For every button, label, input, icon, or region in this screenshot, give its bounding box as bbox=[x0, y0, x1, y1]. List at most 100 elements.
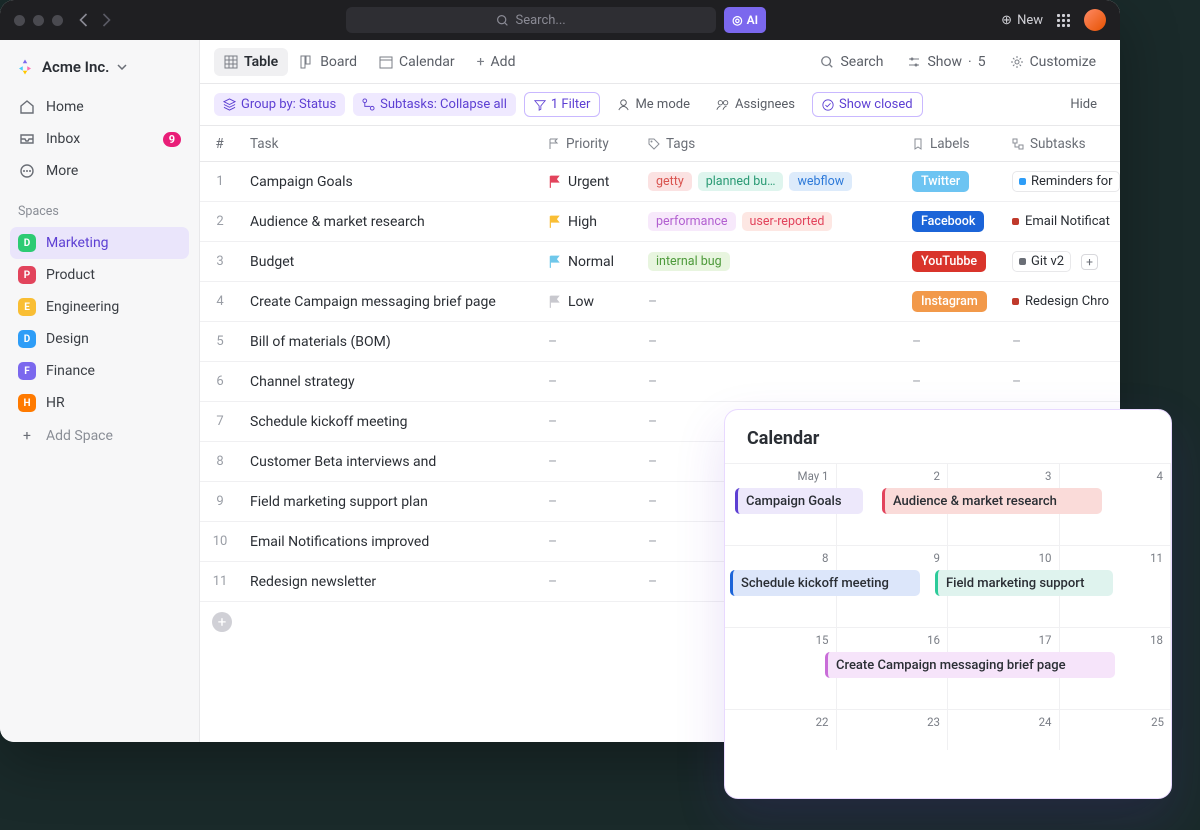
group-by-chip[interactable]: Group by: Status bbox=[214, 93, 345, 116]
label-pill[interactable]: Instagram bbox=[912, 291, 987, 312]
workspace-switcher[interactable]: Acme Inc. bbox=[10, 54, 189, 90]
hide-button[interactable]: Hide bbox=[1061, 93, 1106, 116]
calendar-day[interactable]: 15 bbox=[725, 628, 837, 709]
tag-pill[interactable]: planned bu… bbox=[698, 172, 784, 191]
priority-cell[interactable]: – bbox=[538, 414, 638, 430]
task-name[interactable]: Customer Beta interviews and bbox=[240, 454, 538, 470]
col-number[interactable]: # bbox=[200, 136, 240, 152]
tab-table[interactable]: Table bbox=[214, 48, 288, 76]
tag-pill[interactable]: user-reported bbox=[742, 212, 833, 231]
tags-cell[interactable]: – bbox=[638, 374, 902, 390]
table-row[interactable]: 2Audience & market researchHighperforman… bbox=[200, 202, 1120, 242]
avatar[interactable] bbox=[1084, 9, 1106, 31]
task-name[interactable]: Audience & market research bbox=[240, 214, 538, 230]
subtask-cell[interactable]: Reminders for bbox=[1002, 171, 1120, 192]
priority-cell[interactable]: – bbox=[538, 574, 638, 590]
show-button[interactable]: Show·5 bbox=[897, 48, 995, 76]
apps-icon[interactable] bbox=[1057, 14, 1070, 27]
calendar-event[interactable]: Audience & market research bbox=[882, 488, 1102, 514]
sidebar-space-finance[interactable]: FFinance bbox=[10, 355, 189, 387]
col-labels[interactable]: Labels bbox=[902, 136, 1002, 152]
subtasks-chip[interactable]: Subtasks: Collapse all bbox=[353, 93, 516, 116]
sidebar-more[interactable]: More bbox=[10, 156, 189, 186]
tag-pill[interactable]: getty bbox=[648, 172, 692, 191]
sidebar-space-marketing[interactable]: DMarketing bbox=[10, 227, 189, 259]
tab-add[interactable]: + Add bbox=[467, 48, 526, 76]
task-name[interactable]: Schedule kickoff meeting bbox=[240, 414, 538, 430]
col-subtasks[interactable]: Subtasks bbox=[1002, 136, 1120, 152]
subtask-link[interactable]: Reminders for bbox=[1012, 171, 1120, 192]
calendar-event[interactable]: Schedule kickoff meeting bbox=[730, 570, 920, 596]
table-row[interactable]: 1Campaign GoalsUrgentgettyplanned bu…web… bbox=[200, 162, 1120, 202]
priority-cell[interactable]: – bbox=[538, 534, 638, 550]
calendar-event[interactable]: Field marketing support bbox=[935, 570, 1113, 596]
sidebar-space-design[interactable]: DDesign bbox=[10, 323, 189, 355]
table-row[interactable]: 4Create Campaign messaging brief pageLow… bbox=[200, 282, 1120, 322]
sidebar-inbox[interactable]: Inbox 9 bbox=[10, 124, 189, 154]
plus-icon[interactable]: + bbox=[1081, 254, 1098, 270]
table-row[interactable]: 5Bill of materials (BOM)–––– bbox=[200, 322, 1120, 362]
label-pill[interactable]: Twitter bbox=[912, 171, 969, 192]
tags-cell[interactable]: internal bug bbox=[638, 252, 902, 271]
close-dot[interactable] bbox=[14, 15, 25, 26]
calendar-day[interactable]: 23 bbox=[837, 710, 949, 750]
search-input[interactable]: Search... bbox=[346, 7, 716, 33]
priority-cell[interactable]: – bbox=[538, 494, 638, 510]
add-space-button[interactable]: + Add Space bbox=[10, 421, 189, 451]
new-button[interactable]: ⊕ New bbox=[1001, 13, 1043, 28]
calendar-event[interactable]: Campaign Goals bbox=[735, 488, 863, 514]
maximize-dot[interactable] bbox=[52, 15, 63, 26]
task-name[interactable]: Budget bbox=[240, 254, 538, 270]
task-name[interactable]: Redesign newsletter bbox=[240, 574, 538, 590]
tag-pill[interactable]: performance bbox=[648, 212, 736, 231]
label-cell[interactable]: YouTubbe bbox=[902, 251, 1002, 272]
subtask-cell[interactable]: Email Notificat bbox=[1002, 214, 1120, 229]
sidebar-space-product[interactable]: PProduct bbox=[10, 259, 189, 291]
task-name[interactable]: Email Notifications improved bbox=[240, 534, 538, 550]
tab-board[interactable]: Board bbox=[290, 48, 367, 76]
tags-cell[interactable]: – bbox=[638, 334, 902, 350]
label-cell[interactable]: Twitter bbox=[902, 171, 1002, 192]
priority-cell[interactable]: – bbox=[538, 334, 638, 350]
tag-pill[interactable]: internal bug bbox=[648, 252, 730, 271]
tab-calendar[interactable]: Calendar bbox=[369, 48, 465, 76]
table-row[interactable]: 6Channel strategy–––– bbox=[200, 362, 1120, 402]
tags-cell[interactable]: performance user-reported bbox=[638, 212, 902, 231]
label-pill[interactable]: Facebook bbox=[912, 211, 984, 232]
sidebar-space-engineering[interactable]: EEngineering bbox=[10, 291, 189, 323]
customize-button[interactable]: Customize bbox=[1000, 48, 1106, 76]
sidebar-space-hr[interactable]: HHR bbox=[10, 387, 189, 419]
task-name[interactable]: Bill of materials (BOM) bbox=[240, 334, 538, 350]
calendar-day[interactable]: 25 bbox=[1060, 710, 1172, 750]
assignees-chip[interactable]: Assignees bbox=[707, 93, 804, 116]
tags-cell[interactable]: – bbox=[638, 294, 902, 310]
col-tags[interactable]: Tags bbox=[638, 136, 902, 152]
label-cell[interactable]: Instagram bbox=[902, 291, 1002, 312]
priority-cell[interactable]: High bbox=[538, 214, 638, 230]
label-cell[interactable]: – bbox=[902, 374, 1002, 390]
filter-chip[interactable]: 1 Filter bbox=[524, 92, 601, 117]
task-name[interactable]: Channel strategy bbox=[240, 374, 538, 390]
priority-cell[interactable]: – bbox=[538, 454, 638, 470]
calendar-day[interactable]: 24 bbox=[948, 710, 1060, 750]
subtask-cell[interactable]: Git v2 + bbox=[1002, 251, 1120, 272]
subtask-cell[interactable]: Redesign Chro bbox=[1002, 294, 1120, 309]
priority-cell[interactable]: – bbox=[538, 374, 638, 390]
show-closed-chip[interactable]: Show closed bbox=[812, 92, 923, 117]
task-name[interactable]: Field marketing support plan bbox=[240, 494, 538, 510]
subtask-link[interactable]: Git v2 bbox=[1012, 251, 1071, 272]
forward-icon[interactable] bbox=[102, 13, 111, 27]
back-icon[interactable] bbox=[79, 13, 88, 27]
tag-pill[interactable]: webflow bbox=[789, 172, 852, 191]
task-name[interactable]: Create Campaign messaging brief page bbox=[240, 294, 538, 310]
calendar-event[interactable]: Create Campaign messaging brief page bbox=[825, 652, 1115, 678]
priority-cell[interactable]: Low bbox=[538, 294, 638, 310]
col-task[interactable]: Task bbox=[240, 136, 538, 152]
priority-cell[interactable]: Urgent bbox=[538, 174, 638, 190]
me-mode-chip[interactable]: Me mode bbox=[608, 93, 699, 116]
subtask-cell[interactable]: – bbox=[1002, 334, 1120, 350]
minimize-dot[interactable] bbox=[33, 15, 44, 26]
label-pill[interactable]: YouTubbe bbox=[912, 251, 986, 272]
search-button[interactable]: Search bbox=[810, 48, 893, 76]
tags-cell[interactable]: getty planned bu… webflow bbox=[638, 172, 902, 191]
